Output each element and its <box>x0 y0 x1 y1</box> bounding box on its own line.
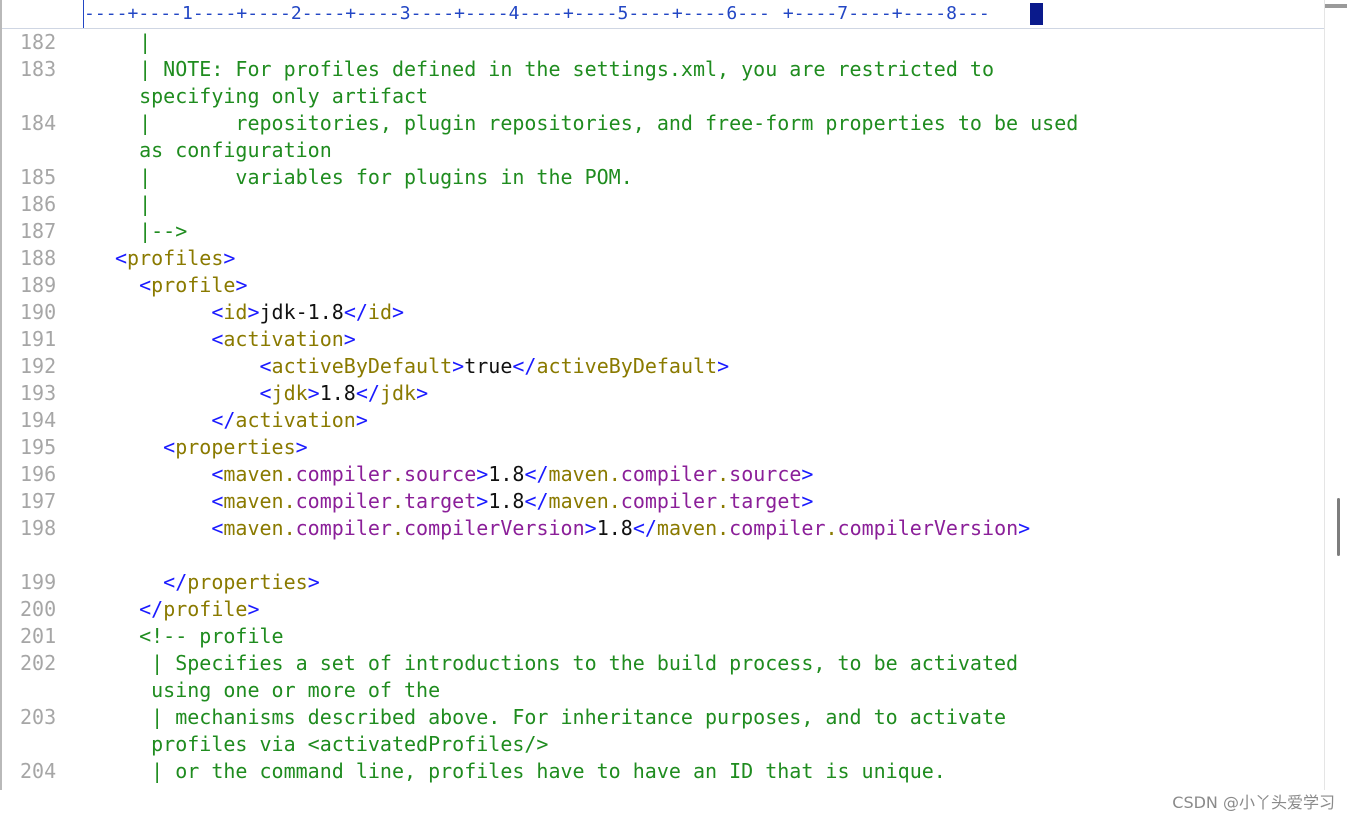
line-text: <maven.compiler.source>1.8</maven.compil… <box>211 462 814 486</box>
line-text: | or the command line, profiles have to … <box>115 759 946 783</box>
line-text: specifying only artifact <box>115 84 429 108</box>
line-text: <maven.compiler.target>1.8</maven.compil… <box>211 489 814 513</box>
line-text: <profiles> <box>115 246 236 270</box>
line-number: 186 <box>20 192 57 216</box>
line-text: <maven.compiler.compilerVersion>1.8</mav… <box>211 516 1031 540</box>
line-number: 190 <box>20 300 57 324</box>
line-number: 185 <box>20 165 57 189</box>
code-line-wrap: using one or more of the <box>2 677 1327 704</box>
code-line: 198 <maven.compiler.compilerVersion>1.8<… <box>2 515 1327 542</box>
ruler-scale: ----+----1----+----2----+----3----+----4… <box>84 3 990 24</box>
line-text: profiles via <activatedProfiles/> <box>115 732 549 756</box>
line-text: as configuration <box>115 138 332 162</box>
line-text: | Specifies a set of introductions to th… <box>115 651 1019 675</box>
line-number: 203 <box>20 705 57 729</box>
line-number: 201 <box>20 624 57 648</box>
code-line: 182 | <box>2 29 1327 56</box>
line-text: | <box>115 192 152 216</box>
scrollbar-thumb[interactable] <box>1337 498 1340 556</box>
line-number: 189 <box>20 273 57 297</box>
line-text: <properties> <box>163 435 308 459</box>
line-number: 182 <box>20 30 57 54</box>
code-area[interactable]: 182 | 183 | NOTE: For profiles defined i… <box>2 29 1327 785</box>
line-text: <activation> <box>211 327 356 351</box>
line-text: |--> <box>115 219 188 243</box>
line-number: 194 <box>20 408 57 432</box>
line-number: 202 <box>20 651 57 675</box>
code-line: 200 </profile> <box>2 596 1327 623</box>
line-text: <jdk>1.8</jdk> <box>259 381 429 405</box>
line-number: 191 <box>20 327 57 351</box>
line-text: using one or more of the <box>115 678 441 702</box>
code-line: 184 | repositories, plugin repositories,… <box>2 110 1327 137</box>
code-line: 195 <properties> <box>2 434 1327 461</box>
ruler-scale-right: +----7----+----8--- <box>782 3 990 24</box>
code-line: 186 | <box>2 191 1327 218</box>
code-line: 204 | or the command line, profiles have… <box>2 758 1327 785</box>
code-line-wrap: specifying only artifact <box>2 83 1327 110</box>
code-line: 189 <profile> <box>2 272 1327 299</box>
line-number: 195 <box>20 435 57 459</box>
line-number: 199 <box>20 570 57 594</box>
code-line: 188 <profiles> <box>2 245 1327 272</box>
vertical-scrollbar[interactable] <box>1324 0 1347 790</box>
line-text: | mechanisms described above. For inheri… <box>115 705 1007 729</box>
ruler-cursor-marker <box>1030 3 1043 25</box>
line-text: <activeByDefault>true</activeByDefault> <box>259 354 730 378</box>
line-text: </properties> <box>163 570 320 594</box>
line-number: 188 <box>20 246 57 270</box>
code-line: 196 <maven.compiler.source>1.8</maven.co… <box>2 461 1327 488</box>
code-line: 192 <activeByDefault>true</activeByDefau… <box>2 353 1327 380</box>
scrollbar-top-marker <box>1325 4 1347 8</box>
line-text: | NOTE: For profiles defined in the sett… <box>115 57 994 81</box>
line-number: 183 <box>20 57 57 81</box>
code-line-wrap: profiles via <activatedProfiles/> <box>2 731 1327 758</box>
line-text: </profile> <box>139 597 260 621</box>
code-line-wrap <box>2 542 1327 569</box>
watermark: CSDN @小丫头爱学习 <box>1172 793 1335 812</box>
line-text: </activation> <box>211 408 368 432</box>
column-ruler: ----+----1----+----2----+----3----+----4… <box>2 0 1347 29</box>
code-line: 193 <jdk>1.8</jdk> <box>2 380 1327 407</box>
code-line: 201 <!-- profile <box>2 623 1327 650</box>
line-text: <!-- profile <box>115 624 284 648</box>
line-number: 196 <box>20 462 57 486</box>
text-editor[interactable]: ----+----1----+----2----+----3----+----4… <box>0 0 1347 790</box>
ruler-scale-left: ----+----1----+----2----+----3----+----4… <box>84 3 770 24</box>
code-line: 203 | mechanisms described above. For in… <box>2 704 1327 731</box>
line-text: | <box>115 30 152 54</box>
line-text: | variables for plugins in the POM. <box>115 165 633 189</box>
line-text: <profile> <box>139 273 248 297</box>
code-line: 187 |--> <box>2 218 1327 245</box>
line-number: 184 <box>20 111 57 135</box>
code-line: 191 <activation> <box>2 326 1327 353</box>
line-number: 193 <box>20 381 57 405</box>
code-line: 199 </properties> <box>2 569 1327 596</box>
line-number: 198 <box>20 516 57 540</box>
line-number: 204 <box>20 759 57 783</box>
line-number: 197 <box>20 489 57 513</box>
line-text: <id>jdk-1.8</id> <box>211 300 405 324</box>
code-line: 183 | NOTE: For profiles defined in the … <box>2 56 1327 83</box>
line-text: | repositories, plugin repositories, and… <box>115 111 1079 135</box>
line-number: 200 <box>20 597 57 621</box>
code-line: 185 | variables for plugins in the POM. <box>2 164 1327 191</box>
code-line-wrap: as configuration <box>2 137 1327 164</box>
code-line: 202 | Specifies a set of introductions t… <box>2 650 1327 677</box>
code-line: 190 <id>jdk-1.8</id> <box>2 299 1327 326</box>
line-number: 192 <box>20 354 57 378</box>
code-line: 197 <maven.compiler.target>1.8</maven.co… <box>2 488 1327 515</box>
line-number: 187 <box>20 219 57 243</box>
code-line: 194 </activation> <box>2 407 1327 434</box>
